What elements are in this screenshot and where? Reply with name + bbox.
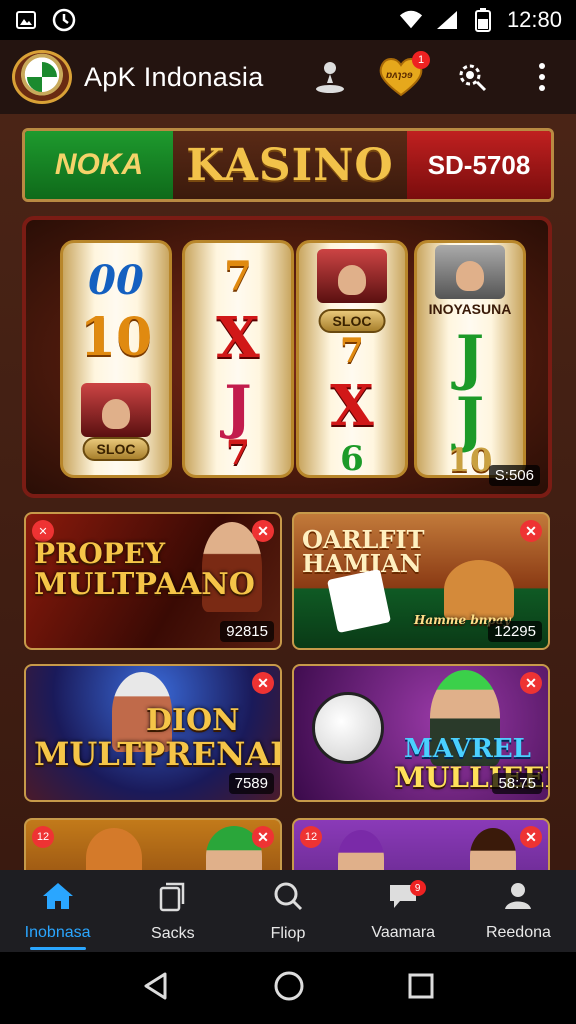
playing-card: [326, 568, 392, 634]
home-circle-icon[interactable]: [273, 970, 305, 1007]
portrait-image: [435, 245, 505, 299]
badge-icon: 12: [300, 826, 322, 848]
app-screen: 12:80 ApK Indonasia ɒʌɿɔɘ 1 NOKA KASINO …: [0, 0, 576, 1024]
casino-banner[interactable]: NOKA KASINO SD-5708: [22, 128, 554, 202]
soccer-ball-icon: [312, 692, 384, 764]
reel-symbol: 6: [340, 439, 364, 479]
person-icon[interactable]: [308, 55, 352, 99]
reel-symbol: 7: [340, 331, 364, 371]
app-bar: ApK Indonasia ɒʌɿɔɘ 1: [0, 40, 576, 114]
close-icon[interactable]: ✕: [520, 826, 542, 848]
nav-item-search[interactable]: Fliop: [230, 870, 345, 952]
chat-badge: 9: [409, 880, 426, 896]
wifi-icon: [399, 8, 423, 32]
banner-code: SD-5708: [407, 131, 551, 199]
close-icon[interactable]: ✕: [252, 826, 274, 848]
main-content: NOKA KASINO SD-5708 00 10 SLOC 7 X J 7 S…: [0, 114, 576, 956]
profile-icon: [503, 881, 533, 916]
nav-label: Vaamara: [371, 923, 436, 941]
slot-reel-1: 00 10 SLOC: [60, 240, 172, 478]
reel-symbol: 10: [79, 307, 153, 368]
reel-plaque: SLOC: [82, 437, 150, 461]
reel-symbol: X: [330, 373, 374, 439]
reel-label: INOYASUNA: [428, 301, 512, 317]
card-count: 92815: [220, 621, 274, 642]
heart-label: ɒʌɿɔɘ: [386, 70, 413, 81]
system-navigation: [0, 952, 576, 1024]
fox-figure: [444, 560, 514, 620]
status-time: 12:80: [506, 7, 562, 32]
reel-symbol: J: [224, 373, 252, 441]
card-title: PROPEY: [34, 537, 166, 570]
card-title: DION: [146, 703, 240, 738]
signal-icon: [435, 8, 459, 32]
card-title: MULTPRENAR: [34, 735, 282, 773]
more-vert-icon[interactable]: [520, 55, 564, 99]
slot-machine[interactable]: 00 10 SLOC 7 X J 7 SLOC 7 X 6 INOYASUNA …: [22, 216, 552, 498]
reel-symbol: J: [455, 323, 485, 393]
nav-item-stack[interactable]: Sacks: [115, 870, 230, 952]
slot-reel-4: INOYASUNA J J 10: [414, 240, 526, 479]
recents-icon[interactable]: [407, 972, 435, 1005]
reel-plaque: SLOC: [318, 309, 386, 333]
close-icon[interactable]: ✕: [520, 672, 542, 694]
slot-reel-3: SLOC 7 X 6: [296, 240, 408, 479]
heart-icon[interactable]: ɒʌɿɔɘ 1: [378, 51, 430, 97]
portrait-image: [317, 249, 387, 303]
card-title: MULTPAANO: [34, 567, 255, 602]
slot-reel-2: 7 X J 7: [182, 240, 294, 478]
reel-symbol: 7: [224, 253, 252, 300]
notification-badge: 1: [412, 51, 430, 69]
slot-counter: S:506: [488, 465, 540, 486]
card-title: MAVREL: [404, 734, 531, 764]
reel-symbol: 7: [226, 433, 250, 473]
app-title: ApK Indonasia: [84, 61, 264, 92]
settings-gear-icon[interactable]: [450, 55, 494, 99]
reel-symbol: 00: [88, 257, 144, 304]
back-icon[interactable]: [141, 971, 171, 1006]
card-count: 58:75: [492, 773, 542, 794]
game-card[interactable]: OARLFIT HAMIAN Hamme bnpay ✕ 12295: [292, 512, 550, 650]
banner-title: KASINO: [173, 131, 407, 199]
game-card[interactable]: MAVREL MULLIEEL ✕ 58:75: [292, 664, 550, 802]
status-bar: 12:80: [0, 0, 576, 40]
clock-icon: [52, 8, 76, 32]
nav-label: Inobnasa: [24, 923, 91, 941]
nav-label: Reedona: [485, 923, 551, 941]
close-icon[interactable]: ✕: [252, 672, 274, 694]
bottom-navigation: Inobnasa Sacks Fliop 9 Vaamara Reedona: [0, 870, 576, 952]
home-icon: [41, 881, 75, 916]
nav-item-profile[interactable]: Reedona: [461, 870, 576, 952]
nav-item-home[interactable]: Inobnasa: [0, 870, 115, 952]
nav-item-chat[interactable]: 9 Vaamara: [346, 870, 461, 952]
close-icon[interactable]: ✕: [520, 520, 542, 542]
card-count: 12295: [488, 621, 542, 642]
reel-symbol: X: [216, 305, 260, 371]
card-count: 7589: [228, 773, 274, 794]
gallery-icon: [14, 8, 38, 32]
badge-icon: 12: [32, 826, 54, 848]
search-icon: [272, 880, 304, 917]
game-card[interactable]: DION MULTPRENAR ✕ 7589: [24, 664, 282, 802]
portrait-image: [81, 383, 151, 437]
stack-icon: [157, 880, 189, 917]
close-icon[interactable]: ✕: [252, 520, 274, 542]
nav-label: Fliop: [270, 924, 306, 942]
battery-icon: [471, 8, 495, 32]
banner-left: NOKA: [25, 131, 173, 199]
game-card[interactable]: ✕ PROPEY MULTPAANO ✕ 92815: [24, 512, 282, 650]
app-logo[interactable]: [12, 50, 72, 104]
nav-label: Sacks: [151, 924, 195, 942]
